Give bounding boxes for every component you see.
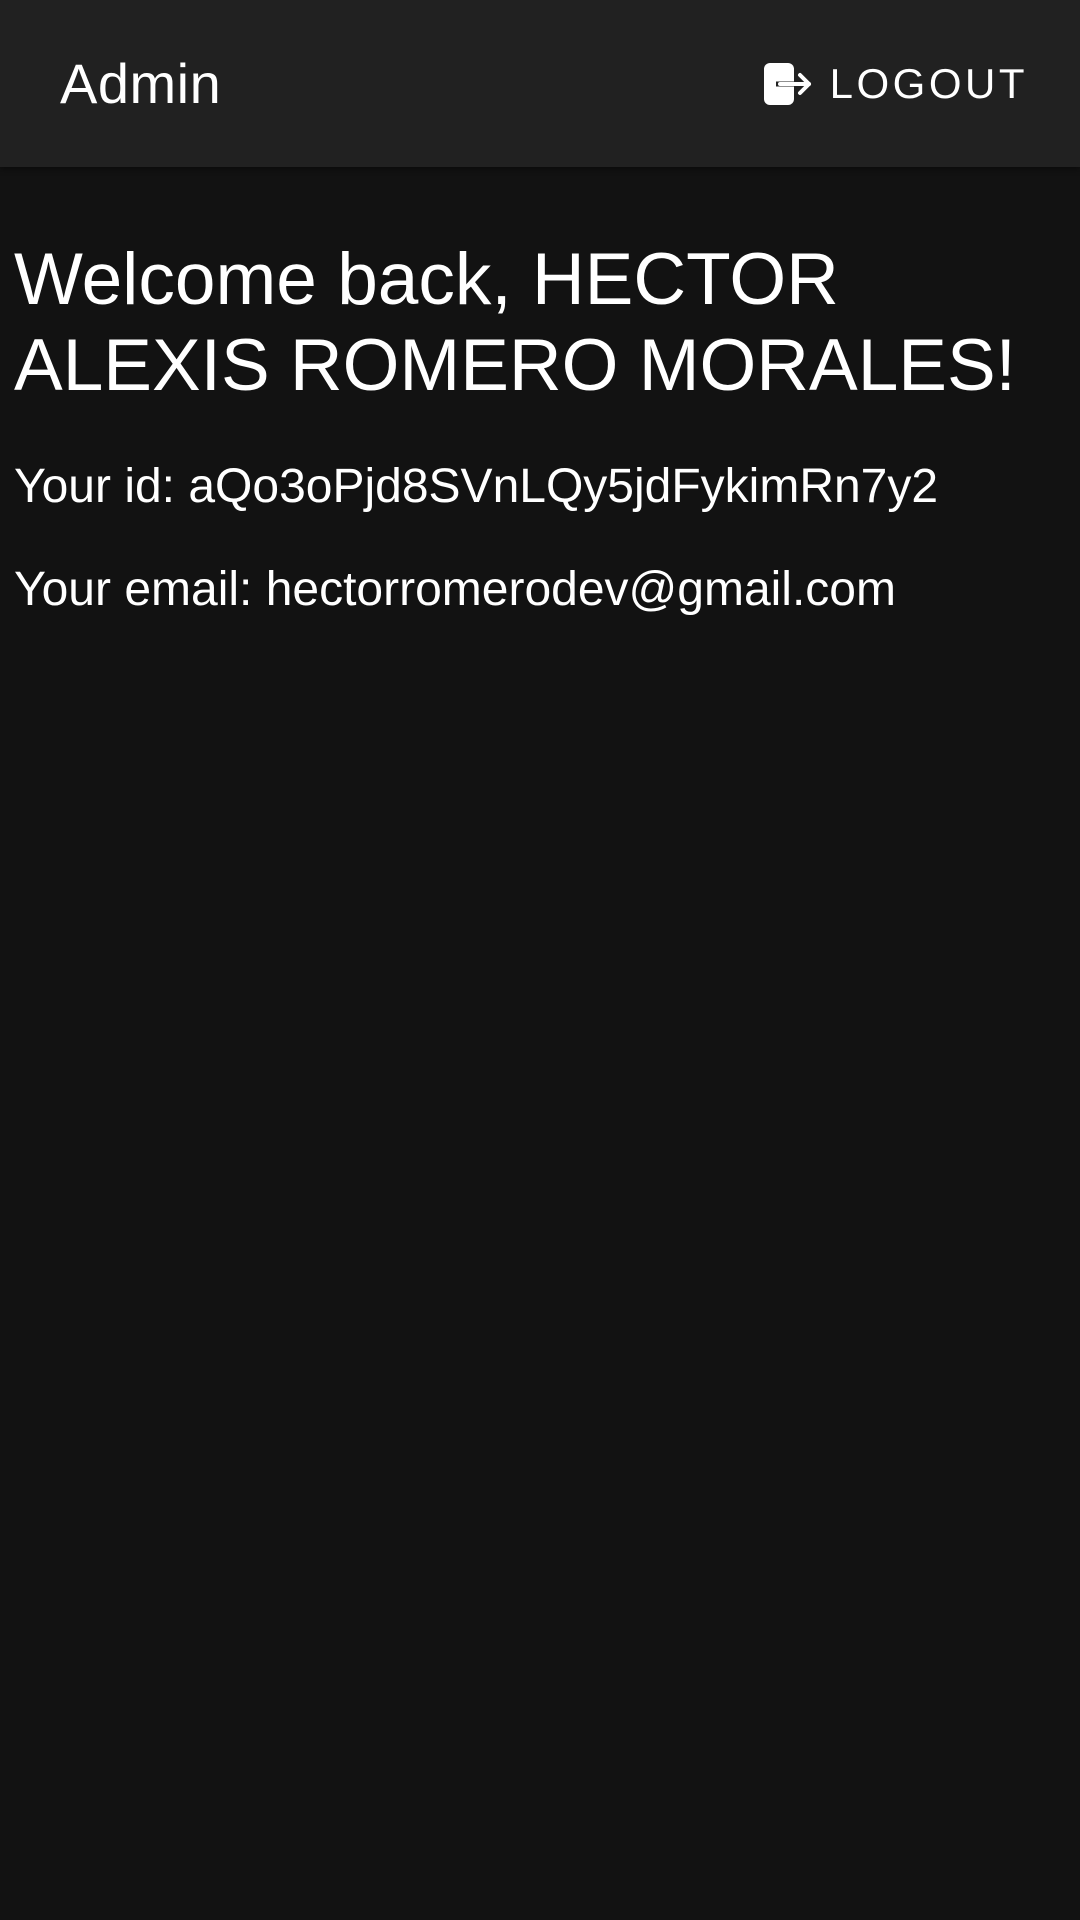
logout-icon bbox=[762, 61, 814, 107]
user-email-text: Your email: hectorromerodev@gmail.com bbox=[14, 563, 896, 616]
app-bar: Admin LOGOUT bbox=[0, 0, 1080, 167]
user-id-text: Your id: aQo3oPjd8SVnLQy5jdFykimRn7y2 bbox=[14, 460, 939, 513]
welcome-heading: Welcome back, HECTOR ALEXIS ROMERO MORAL… bbox=[14, 239, 1016, 406]
logout-label: LOGOUT bbox=[829, 59, 1028, 107]
logout-button[interactable]: LOGOUT bbox=[754, 53, 1036, 115]
app-title: Admin bbox=[60, 51, 222, 115]
main-content: Welcome back, HECTOR ALEXIS ROMERO MORAL… bbox=[0, 167, 1080, 618]
